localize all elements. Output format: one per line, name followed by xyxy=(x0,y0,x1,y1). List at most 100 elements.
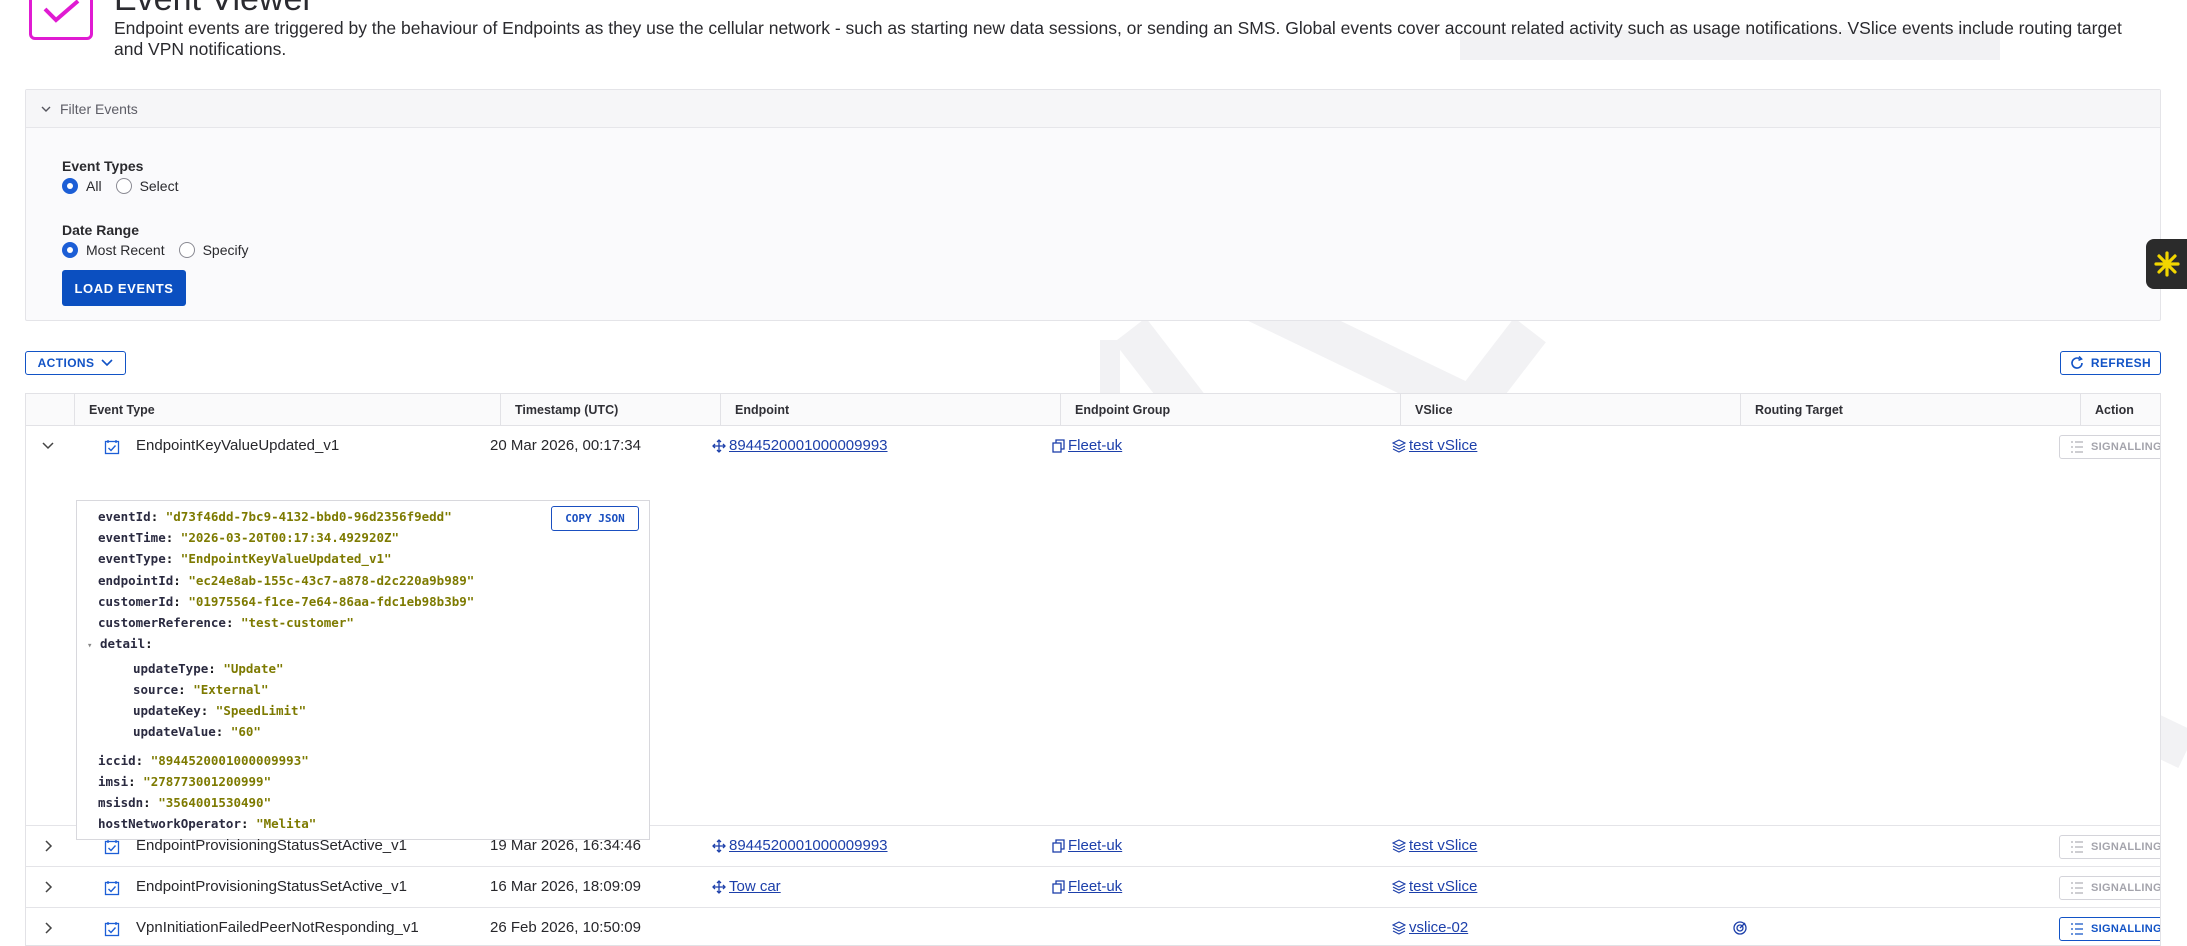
signalling-label: SIGNALLING xyxy=(2091,923,2161,935)
vslice-link[interactable]: test vSlice xyxy=(1409,437,1477,454)
row-expand-button[interactable] xyxy=(40,920,56,936)
event-types-label: Event Types xyxy=(62,158,144,174)
endpoint-group-link[interactable]: Fleet-uk xyxy=(1068,437,1122,454)
event-types-all-radio[interactable] xyxy=(62,178,78,194)
list-icon xyxy=(2071,923,2083,935)
vslice-link[interactable]: vslice-02 xyxy=(1409,919,1468,936)
signalling-button[interactable]: SIGNALLING xyxy=(2059,876,2161,900)
table-row[interactable]: EndpointProvisioningStatusSetActive_v1 1… xyxy=(26,826,2160,867)
vslice-cell[interactable]: vslice-02 xyxy=(1392,908,1468,945)
table-header: Event Type Timestamp (UTC) Endpoint Endp… xyxy=(26,394,2160,426)
endpoint-group-link[interactable]: Fleet-uk xyxy=(1068,878,1122,895)
table-row[interactable]: EndpointProvisioningStatusSetActive_v1 1… xyxy=(26,867,2160,908)
signalling-button[interactable]: SIGNALLING xyxy=(2059,435,2161,459)
endpoint-link[interactable]: 8944520001000009993 xyxy=(729,437,888,454)
endpoint-link[interactable]: 8944520001000009993 xyxy=(729,837,888,854)
date-range-most-recent-label[interactable]: Most Recent xyxy=(86,242,165,258)
endpoint-group-link[interactable]: Fleet-uk xyxy=(1068,837,1122,854)
load-events-button[interactable]: LOAD EVENTS xyxy=(62,270,186,306)
refresh-icon xyxy=(2071,356,2083,369)
column-header-event-type[interactable]: Event Type xyxy=(74,394,500,426)
vslice-cell[interactable]: test vSlice xyxy=(1392,867,1477,907)
endpoint-link[interactable]: Tow car xyxy=(729,878,781,895)
list-icon xyxy=(2071,841,2083,853)
date-range-label: Date Range xyxy=(62,222,140,238)
json-field: source: "External" xyxy=(133,682,269,697)
chevron-right-icon xyxy=(45,881,53,893)
copy-json-button[interactable]: COPY JSON xyxy=(551,506,639,531)
filter-panel-toggle[interactable]: Filter Events xyxy=(26,90,2160,128)
endpoint-cell[interactable]: 8944520001000009993 xyxy=(712,426,888,466)
actions-label: ACTIONS xyxy=(37,356,95,370)
json-field: iccid: "8944520001000009993" xyxy=(98,753,309,768)
event-types-select-radio[interactable] xyxy=(115,178,132,194)
page-description: Endpoint events are triggered by the beh… xyxy=(114,18,2122,59)
date-range-specify-label[interactable]: Specify xyxy=(203,242,249,258)
row-collapse-button[interactable] xyxy=(40,438,56,454)
json-field: eventType: "EndpointKeyValueUpdated_v1" xyxy=(98,551,392,566)
chevron-right-icon xyxy=(45,840,53,852)
timestamp-cell: 20 Mar 2026, 00:17:34 xyxy=(490,437,641,454)
column-header-timestamp[interactable]: Timestamp (UTC) xyxy=(500,394,720,426)
chevron-down-icon xyxy=(42,442,54,450)
vslice-link[interactable]: test vSlice xyxy=(1409,878,1477,895)
signalling-button[interactable]: SIGNALLING xyxy=(2059,917,2161,941)
row-expand-button[interactable] xyxy=(40,879,56,895)
endpoint-group-cell[interactable]: Fleet-uk xyxy=(1052,867,1122,907)
json-field: updateKey: "SpeedLimit" xyxy=(133,703,307,718)
vslice-cell[interactable]: test vSlice xyxy=(1392,826,1477,866)
signalling-label: SIGNALLING xyxy=(2091,841,2161,853)
events-table: Event Type Timestamp (UTC) Endpoint Endp… xyxy=(25,393,2161,946)
event-type-cell: EndpointKeyValueUpdated_v1 xyxy=(136,437,340,454)
column-header-expand xyxy=(26,394,74,426)
column-header-endpoint-group[interactable]: Endpoint Group xyxy=(1060,394,1400,426)
table-row[interactable]: VpnInitiationFailedPeerNotResponding_v1 … xyxy=(26,908,2161,945)
event-viewer-logo-icon xyxy=(29,0,93,40)
vslice-layers-icon xyxy=(1392,839,1406,853)
event-check-icon xyxy=(104,840,120,855)
event-check-icon xyxy=(104,922,120,937)
date-range-most-recent-radio[interactable] xyxy=(62,242,78,258)
vslice-cell[interactable]: test vSlice xyxy=(1392,426,1477,466)
json-field: updateValue: "60" xyxy=(133,724,261,739)
timestamp-cell: 16 Mar 2026, 18:09:09 xyxy=(490,878,641,895)
refresh-button[interactable]: REFRESH xyxy=(2060,351,2161,375)
json-field: endpointId: "ec24e8ab-155c-43c7-a878-d2c… xyxy=(98,573,475,588)
signalling-label: SIGNALLING xyxy=(2091,441,2161,453)
feedback-widget[interactable] xyxy=(2146,239,2187,289)
endpoint-cell[interactable]: 8944520001000009993 xyxy=(712,826,888,866)
timestamp-cell: 19 Mar 2026, 16:34:46 xyxy=(490,837,641,854)
event-types-group: All Select xyxy=(62,178,192,194)
routing-target-cell[interactable] xyxy=(1732,908,1751,945)
list-icon xyxy=(2071,441,2083,453)
filter-panel: Filter Events Event Types All Select Dat… xyxy=(25,89,2161,321)
json-detail-toggle[interactable]: ▾ detail: xyxy=(87,636,153,651)
json-field: updateType: "Update" xyxy=(133,661,284,676)
event-types-select-label[interactable]: Select xyxy=(140,178,179,194)
caret-icon: ▾ xyxy=(87,641,93,651)
page-title: Event Viewer xyxy=(114,0,314,19)
endpoint-group-icon xyxy=(1052,839,1065,853)
column-header-endpoint[interactable]: Endpoint xyxy=(720,394,1060,426)
signalling-label: SIGNALLING xyxy=(2091,882,2161,894)
json-detail-panel: COPY JSON eventId: "d73f46dd-7bc9-4132-b… xyxy=(76,500,650,840)
signalling-button[interactable]: SIGNALLING xyxy=(2059,835,2161,859)
chevron-right-icon xyxy=(45,922,53,934)
vslice-layers-icon xyxy=(1392,921,1406,935)
table-row[interactable]: EndpointKeyValueUpdated_v1 20 Mar 2026, … xyxy=(26,426,2161,840)
column-header-routing-target[interactable]: Routing Target xyxy=(1740,394,2080,426)
chevron-down-icon xyxy=(41,106,51,112)
date-range-specify-radio[interactable] xyxy=(178,242,195,258)
endpoint-group-cell[interactable]: Fleet-uk xyxy=(1052,826,1122,866)
vslice-layers-icon xyxy=(1392,880,1406,894)
row-expand-button[interactable] xyxy=(40,838,56,854)
vslice-link[interactable]: test vSlice xyxy=(1409,837,1477,854)
event-types-all-label[interactable]: All xyxy=(86,178,102,194)
actions-dropdown-button[interactable]: ACTIONS xyxy=(25,351,126,375)
event-type-cell: VpnInitiationFailedPeerNotResponding_v1 xyxy=(136,919,419,936)
column-header-vslice[interactable]: VSlice xyxy=(1400,394,1740,426)
timestamp-cell: 26 Feb 2026, 10:50:09 xyxy=(490,919,641,936)
endpoint-group-cell[interactable]: Fleet-uk xyxy=(1052,426,1122,466)
endpoint-group-icon xyxy=(1052,880,1065,894)
endpoint-cell[interactable]: Tow car xyxy=(712,867,781,907)
